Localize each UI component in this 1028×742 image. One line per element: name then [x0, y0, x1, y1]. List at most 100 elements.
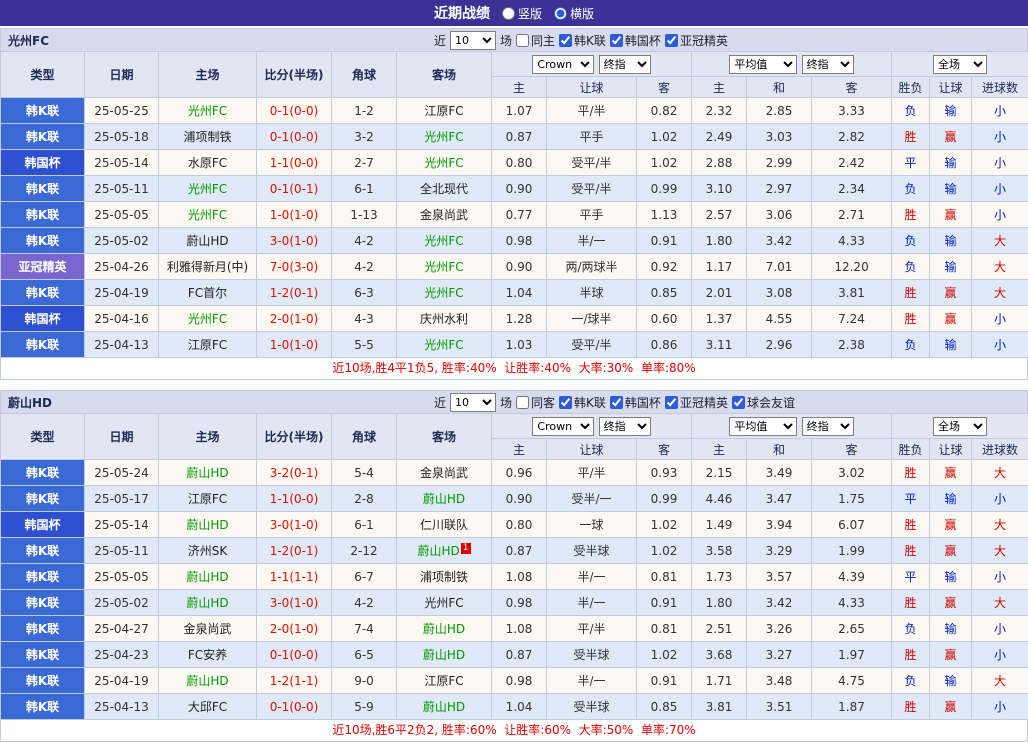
league-checkbox[interactable] — [732, 396, 745, 409]
league-label: 韩K联 — [574, 32, 606, 49]
result-goals: 小 — [972, 694, 1028, 720]
home-team-name: 江原FC — [159, 486, 257, 512]
col-header-type: 类型 — [1, 52, 85, 98]
match-date: 25-05-05 — [85, 202, 159, 228]
euro-stage-select[interactable]: 终指 — [802, 55, 854, 74]
games-label: 场 — [500, 394, 512, 411]
match-row: 韩国杯25-05-14水原FC1-1(0-0)2-7光州FC0.80受平/半1.… — [1, 150, 1028, 176]
same-venue-checkbox[interactable] — [516, 34, 529, 47]
match-count-select[interactable]: 10 — [450, 393, 496, 412]
match-date: 25-05-11 — [85, 538, 159, 564]
league-checkbox[interactable] — [665, 396, 678, 409]
euro-home-odds: 1.49 — [692, 512, 747, 538]
bookmaker-select[interactable]: Crown — [532, 417, 594, 436]
league-filter[interactable]: 韩国杯 — [610, 394, 661, 411]
euro-home-odds: 3.11 — [692, 332, 747, 358]
horizontal-layout-radio[interactable] — [554, 7, 567, 20]
same-venue-filter[interactable]: 同客 — [516, 394, 555, 411]
euro-home-odds: 2.32 — [692, 98, 747, 124]
subcol-handicap: 让球 — [930, 439, 972, 460]
asian-handicap-line: 平/半 — [547, 98, 637, 124]
league-filter[interactable]: 亚冠精英 — [665, 394, 728, 411]
euro-draw-odds: 3.51 — [747, 694, 812, 720]
league-checkbox[interactable] — [610, 396, 623, 409]
games-label: 场 — [500, 32, 512, 49]
subcol-asian-line: 让球 — [547, 439, 637, 460]
home-team-name: 光州FC — [159, 306, 257, 332]
euro-home-odds: 2.01 — [692, 280, 747, 306]
competition-badge: 韩K联 — [1, 616, 85, 642]
league-label: 韩国杯 — [625, 394, 661, 411]
layout-option-horizontal[interactable]: 横版 — [554, 5, 594, 22]
result-goals: 小 — [972, 332, 1028, 358]
match-date: 25-05-02 — [85, 590, 159, 616]
scope-select[interactable]: 全场 — [933, 55, 987, 74]
match-date: 25-04-27 — [85, 616, 159, 642]
corner-count: 9-0 — [332, 668, 397, 694]
corner-count: 4-3 — [332, 306, 397, 332]
euro-source-select[interactable]: 平均值 — [729, 55, 797, 74]
league-filter[interactable]: 韩K联 — [559, 32, 606, 49]
euro-away-odds: 3.81 — [812, 280, 892, 306]
match-score: 1-1(0-0) — [257, 486, 332, 512]
euro-home-odds: 2.51 — [692, 616, 747, 642]
asian-home-odds: 0.80 — [492, 150, 547, 176]
asian-handicap-line: 一球 — [547, 512, 637, 538]
asian-handicap-line: 半/一 — [547, 228, 637, 254]
match-date: 25-05-11 — [85, 176, 159, 202]
corner-count: 5-9 — [332, 694, 397, 720]
euro-away-odds: 2.34 — [812, 176, 892, 202]
same-venue-checkbox[interactable] — [516, 396, 529, 409]
result-goals: 小 — [972, 176, 1028, 202]
result-outcome: 胜 — [892, 124, 930, 150]
league-filter[interactable]: 韩国杯 — [610, 32, 661, 49]
section-header: 光州FC 近 10 场 同主 韩K联韩国杯亚冠精英 — [0, 28, 1028, 51]
col-header-corner: 角球 — [332, 414, 397, 460]
home-team-name: 蔚山HD — [159, 460, 257, 486]
result-goals: 小 — [972, 98, 1028, 124]
league-checkbox[interactable] — [559, 396, 572, 409]
away-team-name: 浦项制铁 — [397, 564, 492, 590]
same-venue-filter[interactable]: 同主 — [516, 32, 555, 49]
match-row: 韩K联25-05-18浦项制铁0-1(0-0)3-2光州FC0.87平手1.02… — [1, 124, 1028, 150]
match-row: 韩K联25-04-19蔚山HD1-2(1-1)9-0江原FC0.98半/一0.9… — [1, 668, 1028, 694]
competition-badge: 韩国杯 — [1, 306, 85, 332]
euro-home-odds: 2.88 — [692, 150, 747, 176]
asian-away-odds: 1.13 — [637, 202, 692, 228]
euro-source-select[interactable]: 平均值 — [729, 417, 797, 436]
asian-away-odds: 0.91 — [637, 228, 692, 254]
asian-home-odds: 0.98 — [492, 668, 547, 694]
asian-handicap-line: 平/半 — [547, 616, 637, 642]
asian-home-odds: 0.90 — [492, 176, 547, 202]
asian-home-odds: 0.98 — [492, 228, 547, 254]
corner-count: 6-3 — [332, 280, 397, 306]
layout-option-vertical[interactable]: 竖版 — [502, 5, 542, 22]
match-date: 25-04-19 — [85, 668, 159, 694]
euro-home-odds: 1.37 — [692, 306, 747, 332]
result-handicap: 赢 — [930, 694, 972, 720]
league-checkbox[interactable] — [665, 34, 678, 47]
match-count-select[interactable]: 10 — [450, 31, 496, 50]
match-score: 3-2(0-1) — [257, 460, 332, 486]
euro-away-odds: 1.97 — [812, 642, 892, 668]
scope-select[interactable]: 全场 — [933, 417, 987, 436]
competition-badge: 韩K联 — [1, 486, 85, 512]
asian-stage-select[interactable]: 终指 — [599, 55, 651, 74]
league-checkbox[interactable] — [559, 34, 572, 47]
league-filter[interactable]: 韩K联 — [559, 394, 606, 411]
vertical-layout-radio[interactable] — [502, 7, 515, 20]
col-header-score: 比分(半场) — [257, 414, 332, 460]
euro-stage-select[interactable]: 终指 — [802, 417, 854, 436]
league-checkbox[interactable] — [610, 34, 623, 47]
corner-count: 6-1 — [332, 176, 397, 202]
league-filter[interactable]: 球会友谊 — [732, 394, 795, 411]
asian-handicap-line: 受半/一 — [547, 486, 637, 512]
asian-away-odds: 0.99 — [637, 486, 692, 512]
asian-stage-select[interactable]: 终指 — [599, 417, 651, 436]
corner-count: 2-8 — [332, 486, 397, 512]
bookmaker-select[interactable]: Crown — [532, 55, 594, 74]
match-score: 2-0(1-0) — [257, 616, 332, 642]
away-team-name: 光州FC — [397, 332, 492, 358]
result-handicap: 输 — [930, 486, 972, 512]
league-filter[interactable]: 亚冠精英 — [665, 32, 728, 49]
